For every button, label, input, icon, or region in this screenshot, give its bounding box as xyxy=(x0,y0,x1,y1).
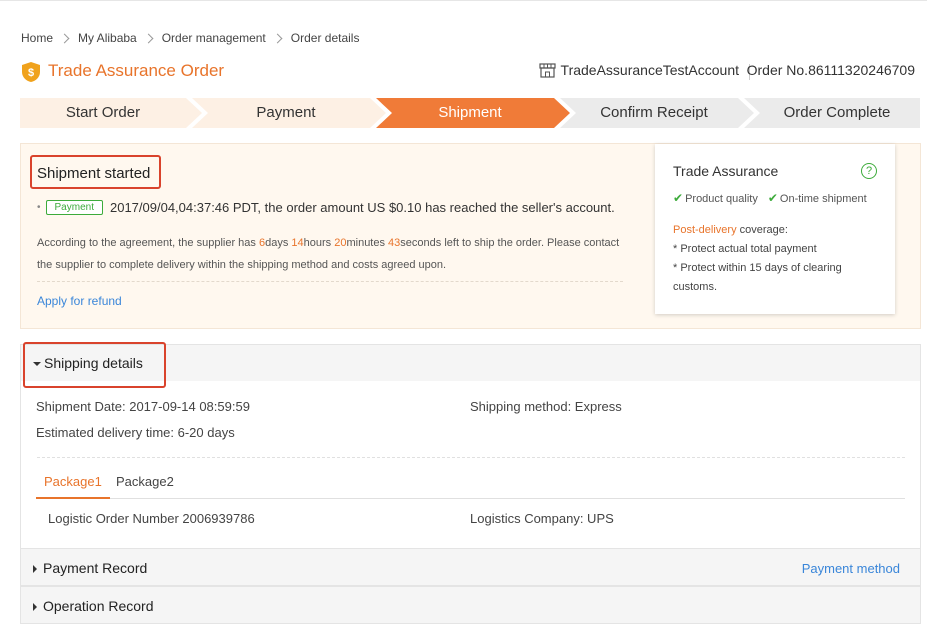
chevron-right-icon xyxy=(272,33,283,43)
breadcrumb: Home My Alibaba Order management Order d… xyxy=(21,31,359,45)
status-title: Shipment started xyxy=(37,165,151,182)
breadcrumb-order-details: Order details xyxy=(290,31,360,45)
chevron-right-icon xyxy=(59,33,70,43)
svg-text:$: $ xyxy=(28,67,34,79)
estimated-delivery-time: Estimated delivery time: 6-20 days xyxy=(36,425,235,440)
step-start-order: Start Order xyxy=(65,104,141,121)
order-progress-steps: Start Order Payment Shipment Confirm Rec… xyxy=(20,98,920,128)
step-order-complete: Order Complete xyxy=(783,104,891,121)
breadcrumb-my-alibaba[interactable]: My Alibaba xyxy=(78,31,137,45)
store-icon xyxy=(538,62,556,78)
days-label: days xyxy=(265,237,292,249)
trade-assurance-card: Trade Assurance ? ✔ Product quality ✔ On-t… xyxy=(655,144,895,314)
hours-value: 14 xyxy=(291,237,304,249)
coverage-point: * Protect within 15 days of clearing cus… xyxy=(673,262,842,293)
logistics-company: Logistics Company: UPS xyxy=(470,511,614,526)
page-title: Trade Assurance Order xyxy=(48,61,225,80)
payment-message: 2017/09/04,04:37:46 PDT, the order amoun… xyxy=(109,200,615,215)
coverage-info: Post-delivery coverage: * Protect actual… xyxy=(673,221,883,297)
minutes-label: minutes xyxy=(346,237,389,249)
tab-package1[interactable]: Package1 xyxy=(36,474,110,499)
coverage-highlight: Post-delivery xyxy=(673,224,737,236)
caret-right-icon xyxy=(33,565,37,574)
help-icon[interactable]: ? xyxy=(861,163,877,179)
agreement-text: According to the agreement, the supplier… xyxy=(37,232,637,276)
top-border xyxy=(0,0,927,4)
payment-record-toggle[interactable]: Payment Record xyxy=(33,560,147,576)
chevron-right-icon xyxy=(143,33,154,43)
seller-account[interactable]: TradeAssuranceTestAccount xyxy=(538,62,739,78)
breadcrumb-home[interactable]: Home xyxy=(21,31,53,45)
check-on-time-shipment: ✔ On-time shipment xyxy=(768,191,867,205)
divider xyxy=(37,457,905,458)
coverage-point: * Protect actual total payment xyxy=(673,243,817,255)
seconds-value: 43 xyxy=(388,237,401,249)
payment-record-section[interactable]: Payment Record Payment method xyxy=(20,548,921,586)
seller-name: TradeAssuranceTestAccount xyxy=(560,62,739,78)
payment-method-link[interactable]: Payment method xyxy=(802,561,900,576)
order-number: Order No.86111320246709 xyxy=(746,62,915,78)
check-label: Product quality xyxy=(685,193,758,205)
check-product-quality: ✔ Product quality xyxy=(673,191,758,205)
checkmark-icon: ✔ xyxy=(767,191,778,205)
shipping-method: Shipping method: Express xyxy=(470,399,622,414)
checkmark-icon: ✔ xyxy=(673,191,684,205)
assurance-checks: ✔ Product quality ✔ On-time shipment xyxy=(673,191,867,205)
order-header: $ Trade Assurance Order TradeAssuranceTe… xyxy=(20,60,915,84)
caret-right-icon xyxy=(33,603,37,612)
apply-for-refund-link[interactable]: Apply for refund xyxy=(37,294,122,308)
trade-assurance-shield-icon: $ xyxy=(22,62,40,82)
shipment-status-panel: Shipment started • Payment 2017/09/04,04… xyxy=(20,143,921,329)
trade-assurance-title: Trade Assurance xyxy=(673,163,779,179)
check-label: On-time shipment xyxy=(779,193,867,205)
bullet: • xyxy=(37,202,41,213)
operation-record-section[interactable]: Operation Record xyxy=(20,586,921,624)
logistic-order-number: Logistic Order Number 2006939786 xyxy=(48,511,255,526)
divider xyxy=(37,281,623,282)
tab-package2[interactable]: Package2 xyxy=(116,474,174,499)
payment-record-title: Payment Record xyxy=(43,560,148,576)
shipment-date: Shipment Date: 2017-09-14 08:59:59 xyxy=(36,399,250,414)
agreement-prefix: According to the agreement, the supplier… xyxy=(37,237,259,249)
operation-record-toggle[interactable]: Operation Record xyxy=(33,598,154,614)
payment-message-line: • Payment 2017/09/04,04:37:46 PDT, the o… xyxy=(37,200,615,215)
hours-label: hours xyxy=(303,237,335,249)
coverage-label: coverage: xyxy=(736,224,788,236)
step-shipment: Shipment xyxy=(438,104,502,121)
step-payment: Payment xyxy=(256,104,316,121)
payment-badge: Payment xyxy=(45,200,103,215)
shipping-details-section: Shipping details Shipment Date: 2017-09-… xyxy=(20,342,921,549)
breadcrumb-order-management[interactable]: Order management xyxy=(162,31,266,45)
step-confirm-receipt: Confirm Receipt xyxy=(600,104,708,121)
minutes-value: 20 xyxy=(334,237,347,249)
operation-record-title: Operation Record xyxy=(43,598,154,614)
package-tabs: Package1 Package2 xyxy=(36,469,905,499)
coverage-heading: Post-delivery coverage: xyxy=(673,221,883,240)
highlight-box xyxy=(23,342,166,388)
